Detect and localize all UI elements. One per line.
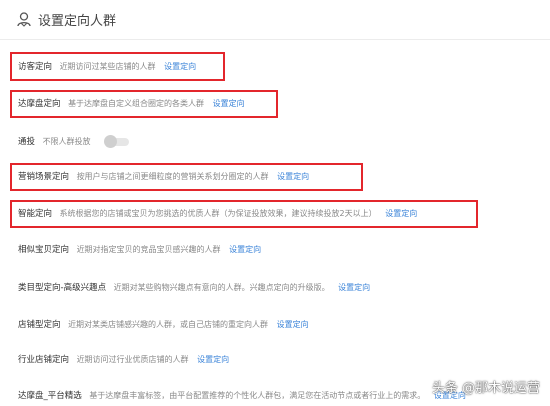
set-target-link[interactable]: 设置定向 — [197, 355, 229, 364]
row-name: 智能定向 — [18, 209, 53, 219]
set-target-link[interactable]: 设置定向 — [229, 245, 261, 254]
set-target-link[interactable]: 设置定向 — [164, 62, 196, 71]
row-name: 相似宝贝定向 — [18, 245, 70, 255]
row-name: 店铺型定向 — [18, 320, 61, 330]
target-row-visitor: 访客定向 近期访问过某些店铺的人群 设置定向 — [18, 61, 196, 73]
row-desc: 系统根据您的店铺或宝贝为您挑选的优质人群（为保证投放效果，建议持续投放2天以上） — [59, 209, 377, 218]
set-target-link[interactable]: 设置定向 — [213, 99, 245, 108]
row-name: 类目型定向-高级兴趣点 — [18, 283, 107, 293]
target-row-smart: 智能定向 系统根据您的店铺或宝贝为您挑选的优质人群（为保证投放效果，建议持续投放… — [18, 208, 417, 220]
page-header: 设置定向人群 — [0, 0, 550, 40]
row-name: 通投 — [18, 137, 36, 147]
target-row-category-interest: 类目型定向-高级兴趣点 近期对某些购物兴趣点有意向的人群。兴趣点定向的升级版。 … — [18, 282, 370, 294]
row-name: 访客定向 — [18, 62, 53, 72]
target-row-industry-shop: 行业店铺定向 近期访问过行业优质店铺的人群 设置定向 — [18, 354, 229, 366]
target-row-similar-item: 相似宝贝定向 近期对指定宝贝的竞品宝贝感兴趣的人群 设置定向 — [18, 244, 261, 256]
row-desc: 按用户与店铺之间更细粒度的营销关系划分圈定的人群 — [76, 172, 269, 181]
row-desc: 近期对某类店铺感兴趣的人群，或自己店铺的重定向人群 — [68, 320, 269, 329]
target-row-shop-type: 店铺型定向 近期对某类店铺感兴趣的人群，或自己店铺的重定向人群 设置定向 — [18, 319, 309, 331]
user-target-icon — [17, 12, 31, 27]
page-title: 设置定向人群 — [38, 14, 117, 29]
row-desc: 近期访问过某些店铺的人群 — [59, 62, 156, 71]
row-name: 行业店铺定向 — [18, 355, 70, 365]
row-desc: 近期对某些购物兴趣点有意向的人群。兴趣点定向的升级版。 — [113, 283, 330, 292]
set-target-link[interactable]: 设置定向 — [338, 283, 370, 292]
watermark: 头条 @那木说运营 — [431, 381, 540, 396]
row-desc: 近期对指定宝贝的竞品宝贝感兴趣的人群 — [76, 245, 221, 254]
row-desc: 基于达摩盘自定义组合圈定的各类人群 — [68, 99, 205, 108]
set-target-link[interactable]: 设置定向 — [385, 209, 417, 218]
target-row-scenario: 营销场景定向 按用户与店铺之间更细粒度的营销关系划分圈定的人群 设置定向 — [18, 171, 309, 183]
row-desc: 近期访问过行业优质店铺的人群 — [76, 355, 189, 364]
set-target-link[interactable]: 设置定向 — [277, 172, 309, 181]
row-name: 达摩盘_平台精选 — [18, 391, 82, 401]
set-target-link[interactable]: 设置定向 — [277, 320, 309, 329]
broad-toggle[interactable] — [104, 134, 130, 148]
row-name: 营销场景定向 — [18, 172, 70, 182]
row-desc: 不限人群投放 — [42, 137, 91, 146]
target-row-damopan-curated: 达摩盘_平台精选 基于达摩盘丰富标签，由平台配置推荐的个性化人群包，满足您在活动… — [18, 390, 466, 402]
target-row-damopan: 达摩盘定向 基于达摩盘自定义组合圈定的各类人群 设置定向 — [18, 98, 245, 110]
row-name: 达摩盘定向 — [18, 99, 61, 109]
target-row-broad: 通投 不限人群投放 — [18, 134, 130, 148]
toggle-knob — [104, 134, 118, 148]
row-desc: 基于达摩盘丰富标签，由平台配置推荐的个性化人群包，满足您在活动节点或者行业上的需… — [89, 391, 426, 400]
